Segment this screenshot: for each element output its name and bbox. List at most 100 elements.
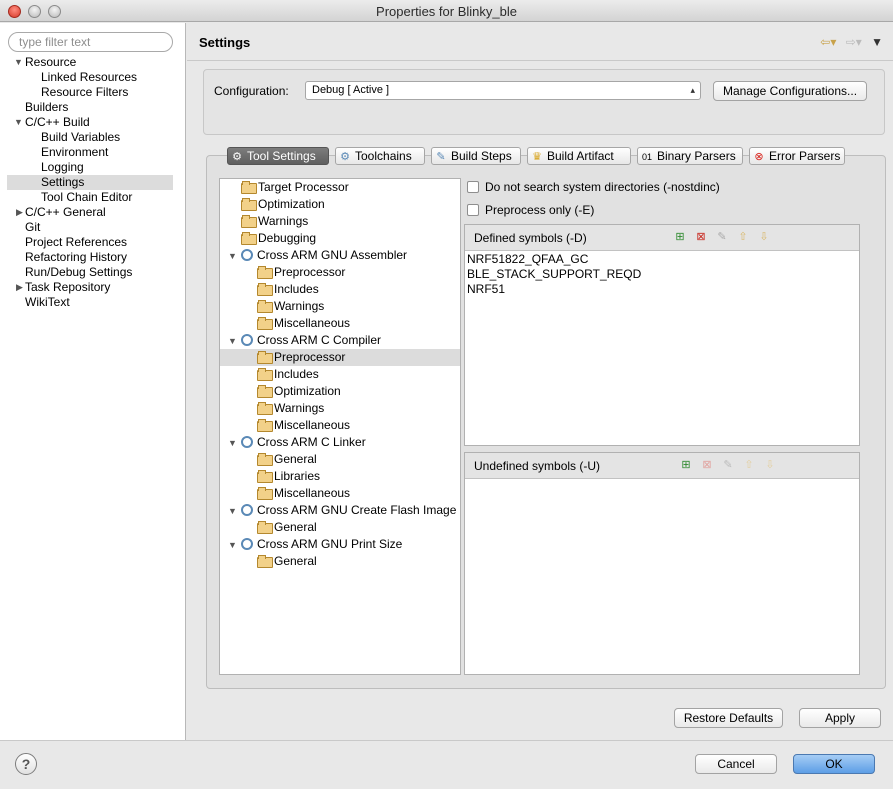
nav-item-tool-chain-editor[interactable]: Tool Chain Editor: [41, 190, 132, 205]
nav-item-task-repository[interactable]: Task Repository: [25, 280, 110, 295]
tree-item-linker-libraries[interactable]: Libraries: [257, 468, 320, 485]
move-down-icon[interactable]: ⇩: [757, 230, 771, 244]
expand-arrow-icon[interactable]: ▼: [228, 506, 237, 516]
list-item[interactable]: NRF51822_QFAA_GC: [465, 252, 859, 267]
nav-item-resource-filters[interactable]: Resource Filters: [41, 85, 128, 100]
nav-item-logging[interactable]: Logging: [41, 160, 84, 175]
add-icon[interactable]: ⊞: [679, 458, 693, 472]
preprocess-only-checkbox[interactable]: Preprocess only (-E): [467, 203, 594, 219]
tool-gear-icon: [241, 538, 253, 550]
nostdinc-checkbox[interactable]: Do not search system directories (-nostd…: [467, 180, 720, 196]
tab-build-artifact[interactable]: ♛ Build Artifact: [527, 147, 631, 165]
expand-arrow-icon[interactable]: ▼: [228, 336, 237, 346]
folder-icon: [257, 283, 273, 296]
tree-item-assembler[interactable]: Cross ARM GNU Assembler: [241, 247, 407, 264]
restore-defaults-button[interactable]: Restore Defaults: [674, 708, 783, 728]
tree-item-cc-includes[interactable]: Includes: [257, 366, 319, 383]
tree-item-c-compiler[interactable]: Cross ARM C Compiler: [241, 332, 381, 349]
list-item[interactable]: NRF51: [465, 282, 859, 297]
tab-tool-settings[interactable]: ⚙ Tool Settings: [227, 147, 329, 165]
nav-item-run-debug-settings[interactable]: Run/Debug Settings: [25, 265, 132, 280]
tree-item-target-processor[interactable]: Target Processor: [241, 179, 349, 196]
nav-item-cc-general[interactable]: C/C++ General: [25, 205, 106, 220]
nav-item-settings[interactable]: Settings: [7, 175, 173, 190]
tree-item-linker-miscellaneous[interactable]: Miscellaneous: [257, 485, 350, 502]
collapsed-arrow-icon[interactable]: ▶: [16, 207, 23, 218]
binary-icon: 01: [641, 152, 652, 162]
dialog-button-bar: ? Cancel OK: [0, 740, 893, 789]
forward-arrow-icon[interactable]: ⇨▾: [846, 35, 862, 49]
undefined-symbols-header: Undefined symbols (-U) ⊞ ⊠ ✎ ⇧ ⇩: [465, 453, 859, 479]
nav-item-project-references[interactable]: Project References: [25, 235, 127, 250]
tool-gear-icon: [241, 249, 253, 261]
nav-item-linked-resources[interactable]: Linked Resources: [41, 70, 137, 85]
nav-item-environment[interactable]: Environment: [41, 145, 108, 160]
tree-item-cc-miscellaneous[interactable]: Miscellaneous: [257, 417, 350, 434]
expand-arrow-icon[interactable]: ▼: [14, 117, 23, 127]
tree-item-asm-miscellaneous[interactable]: Miscellaneous: [257, 315, 350, 332]
collapsed-arrow-icon[interactable]: ▶: [16, 282, 23, 293]
divider: [187, 60, 893, 61]
defined-symbols-toolbar: ⊞ ⊠ ✎ ⇧ ⇩: [673, 229, 778, 244]
list-item[interactable]: BLE_STACK_SUPPORT_REQD: [465, 267, 859, 282]
tree-item-linker-general[interactable]: General: [257, 451, 317, 468]
tab-binary-parsers[interactable]: 01 Binary Parsers: [637, 147, 743, 165]
ok-button[interactable]: OK: [793, 754, 875, 774]
checkbox-box[interactable]: [467, 204, 479, 216]
nav-item-cc-build[interactable]: C/C++ Build: [25, 115, 90, 130]
nav-item-git[interactable]: Git: [25, 220, 40, 235]
tree-item-debugging[interactable]: Debugging: [241, 230, 316, 247]
nav-item-build-variables[interactable]: Build Variables: [41, 130, 120, 145]
expand-arrow-icon[interactable]: ▼: [228, 251, 237, 261]
edit-icon[interactable]: ✎: [715, 230, 729, 244]
add-icon[interactable]: ⊞: [673, 230, 687, 244]
move-up-icon[interactable]: ⇧: [736, 230, 750, 244]
move-down-icon[interactable]: ⇩: [763, 458, 777, 472]
expand-arrow-icon[interactable]: ▼: [228, 540, 237, 550]
settings-page: Settings ⇦▾ ⇨▾ ▼ Configuration: Debug [ …: [187, 23, 893, 740]
cancel-button[interactable]: Cancel: [695, 754, 777, 774]
filter-input[interactable]: type filter text: [8, 32, 173, 52]
tab-toolchains[interactable]: ⚙ Toolchains: [335, 147, 425, 165]
tree-item-flash-image[interactable]: Cross ARM GNU Create Flash Image: [241, 502, 456, 519]
expand-arrow-icon[interactable]: ▼: [14, 57, 23, 67]
configuration-select[interactable]: Debug [ Active ] ▴: [305, 81, 701, 100]
tree-item-print-size-general[interactable]: General: [257, 553, 317, 570]
view-menu-icon[interactable]: ▼: [871, 35, 883, 49]
tree-item-flash-general[interactable]: General: [257, 519, 317, 536]
tree-item-cc-optimization[interactable]: Optimization: [257, 383, 341, 400]
tree-item-c-linker[interactable]: Cross ARM C Linker: [241, 434, 366, 451]
help-button[interactable]: ?: [15, 753, 37, 775]
tree-item-warnings[interactable]: Warnings: [241, 213, 308, 230]
tree-item-cc-preprocessor[interactable]: Preprocessor: [220, 349, 460, 366]
apply-button[interactable]: Apply: [799, 708, 881, 728]
delete-icon[interactable]: ⊠: [700, 458, 714, 472]
move-up-icon[interactable]: ⇧: [742, 458, 756, 472]
delete-icon[interactable]: ⊠: [694, 230, 708, 244]
nav-item-builders[interactable]: Builders: [25, 100, 68, 115]
tree-item-cc-warnings[interactable]: Warnings: [257, 400, 324, 417]
tab-build-steps[interactable]: ✎ Build Steps: [431, 147, 521, 165]
tree-item-print-size[interactable]: Cross ARM GNU Print Size: [241, 536, 402, 553]
undefined-symbols-list: Undefined symbols (-U) ⊞ ⊠ ✎ ⇧ ⇩: [464, 452, 860, 675]
tree-item-optimization[interactable]: Optimization: [241, 196, 325, 213]
nav-item-refactoring-history[interactable]: Refactoring History: [25, 250, 127, 265]
edit-icon[interactable]: ✎: [721, 458, 735, 472]
checkbox-box[interactable]: [467, 181, 479, 193]
defined-symbols-header: Defined symbols (-D) ⊞ ⊠ ✎ ⇧ ⇩: [465, 225, 859, 251]
defined-symbols-list: Defined symbols (-D) ⊞ ⊠ ✎ ⇧ ⇩ NRF51822_QFAA…: [464, 224, 860, 446]
nav-item-wikitext[interactable]: WikiText: [25, 295, 70, 310]
select-arrows-icon: ▴: [690, 85, 695, 95]
tree-item-asm-warnings[interactable]: Warnings: [257, 298, 324, 315]
tab-error-parsers[interactable]: ⊗ Error Parsers: [749, 147, 845, 165]
expand-arrow-icon[interactable]: ▼: [228, 438, 237, 448]
folder-icon: [257, 351, 273, 364]
folder-icon: [257, 385, 273, 398]
back-arrow-icon[interactable]: ⇦▾: [820, 35, 836, 49]
nav-item-resource[interactable]: Resource: [25, 55, 76, 70]
tree-item-asm-preprocessor[interactable]: Preprocessor: [257, 264, 345, 281]
tree-item-asm-includes[interactable]: Includes: [257, 281, 319, 298]
folder-icon: [241, 198, 257, 211]
defined-symbols-title: Defined symbols (-D): [474, 231, 587, 245]
manage-configurations-button[interactable]: Manage Configurations...: [713, 81, 867, 101]
